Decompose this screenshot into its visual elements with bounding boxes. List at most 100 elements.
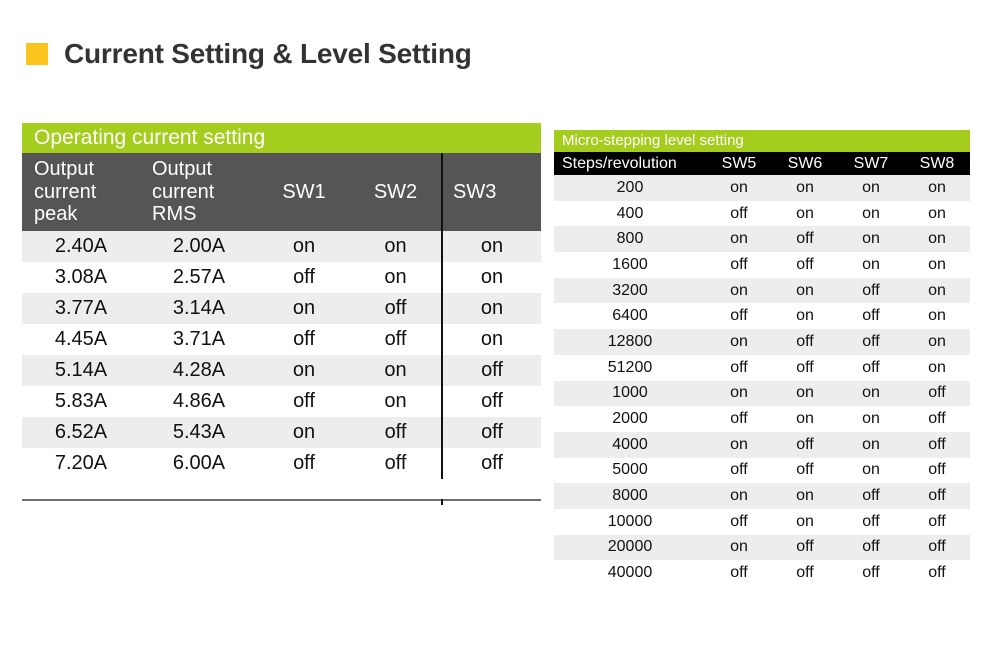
operating-current-setting-body: 2.40A 2.00A on on on 3.08A 2.57A off on on 3.77A 3.… — [22, 231, 541, 479]
table-row: 40000 off off off off — [554, 560, 970, 586]
column-header-sw3: SW3 — [441, 153, 541, 231]
table-row: 1000 on on on off — [554, 380, 970, 407]
table-cell: 1000 — [554, 380, 706, 407]
table-cell: on — [706, 431, 772, 458]
operating-current-setting-table: Output current peak Output current RMS S… — [22, 153, 541, 479]
table-cell: 3.77A — [22, 293, 140, 324]
table-cell: off — [838, 277, 904, 304]
table-cell: on — [706, 175, 772, 201]
column-header-output-current-rms: Output current RMS — [140, 153, 258, 231]
table-cell: off — [772, 226, 838, 253]
table-cell: on — [862, 204, 880, 222]
table-cell: 5000 — [612, 461, 648, 479]
table-cell: 6.00A — [172, 452, 226, 474]
table-cell: on — [258, 417, 350, 448]
table-cell: off — [862, 307, 880, 325]
table-row: 4.45A 3.71A off off on — [22, 324, 541, 355]
table-cell: on — [928, 307, 946, 325]
table-cell: on — [862, 461, 880, 479]
column-header-steps-per-revolution: Steps/revolution — [554, 152, 706, 175]
table-cell: 2.00A — [140, 231, 258, 262]
table-cell: off — [384, 328, 407, 350]
table-cell: on — [838, 431, 904, 458]
table-cell: off — [730, 512, 748, 530]
table-row: 5.14A 4.28A on on off — [22, 355, 541, 386]
table-cell: on — [706, 534, 772, 561]
table-cell: on — [928, 358, 946, 376]
table-cell: on — [706, 380, 772, 407]
table-cell: on — [838, 175, 904, 201]
table-cell: off — [838, 483, 904, 509]
table-cell: off — [293, 452, 315, 474]
table-row: 3200 on on off on — [554, 277, 970, 304]
table-cell: on — [706, 277, 772, 304]
table-cell: 400 — [616, 204, 644, 222]
table-row: 6.52A 5.43A on off off — [22, 417, 541, 448]
micro-stepping-level-setting-body: 200 on on on on 400 off on on on 800 on off on on 1600 o… — [554, 175, 970, 586]
table-cell: off — [730, 461, 748, 479]
table-cell: 5.43A — [140, 417, 258, 448]
table-cell: on — [772, 483, 838, 509]
table-cell: 40000 — [607, 564, 653, 582]
table-row: 2.40A 2.00A on on on — [22, 231, 541, 262]
table-cell: on — [706, 483, 772, 509]
table-cell: off — [293, 328, 315, 350]
table-header-row: Steps/revolution SW5 SW6 SW7 SW8 — [554, 152, 970, 175]
table-cell: off — [838, 329, 904, 355]
table-cell: 2.40A — [22, 231, 140, 262]
table-row: 2000 off on on off — [554, 406, 970, 432]
table-cell: on — [258, 293, 350, 324]
table-cell: off — [293, 390, 315, 412]
table-cell: on — [862, 255, 880, 273]
table-cell: off — [293, 266, 315, 288]
table-cell: off — [772, 431, 838, 458]
table-cell: 800 — [554, 226, 706, 253]
table-cell: on — [441, 231, 541, 262]
table-cell: off — [441, 417, 541, 448]
table-row: 200 on on on on — [554, 175, 970, 201]
table-cell: on — [706, 226, 772, 253]
table-cell: 3.71A — [172, 328, 226, 350]
table-cell: off — [904, 380, 970, 407]
operating-current-setting-panel: Operating current setting Output current… — [22, 123, 541, 479]
table-cell: on — [862, 410, 880, 428]
table-cell: off — [904, 431, 970, 458]
table-cell: off — [904, 483, 970, 509]
page-title-text: Current Setting & Level Setting — [64, 38, 472, 69]
table-cell: off — [730, 358, 748, 376]
table-cell: 2.57A — [172, 266, 226, 288]
table-cell: off — [928, 512, 946, 530]
table-cell: 7.20A — [54, 452, 108, 474]
table-cell: off — [862, 564, 880, 582]
table-row: 51200 off off off on — [554, 355, 970, 381]
table-cell: on — [772, 277, 838, 304]
table-cell: off — [772, 534, 838, 561]
column-header-sw7: SW7 — [838, 152, 904, 175]
table-cell: 2000 — [612, 410, 648, 428]
table-cell: 3.14A — [140, 293, 258, 324]
table-row: 400 off on on on — [554, 201, 970, 227]
table-row: 7.20A 6.00A off off off — [22, 448, 541, 479]
table-row: 800 on off on on — [554, 226, 970, 253]
table-cell: 5.83A — [54, 390, 108, 412]
table-cell: off — [862, 358, 880, 376]
table-cell: on — [772, 175, 838, 201]
table-cell: off — [350, 417, 442, 448]
table-cell: off — [730, 255, 748, 273]
table-row: 3.08A 2.57A off on on — [22, 262, 541, 293]
table-cell: off — [730, 410, 748, 428]
table-header-row: Output current peak Output current RMS S… — [22, 153, 541, 231]
table-cell: 51200 — [607, 358, 653, 376]
table-cell: off — [838, 534, 904, 561]
table-cell: 4000 — [554, 431, 706, 458]
operating-current-setting-banner: Operating current setting — [22, 123, 541, 153]
table-cell: off — [772, 329, 838, 355]
table-row: 10000 off on off off — [554, 509, 970, 535]
table-row: 5000 off off on off — [554, 458, 970, 484]
table-cell: on — [706, 329, 772, 355]
column-header-output-current-peak: Output current peak — [22, 153, 140, 231]
table-cell: on — [441, 262, 541, 293]
table-row: 12800 on off off on — [554, 329, 970, 355]
table-cell: off — [904, 534, 970, 561]
page-title: Current Setting & Level Setting — [26, 34, 472, 74]
